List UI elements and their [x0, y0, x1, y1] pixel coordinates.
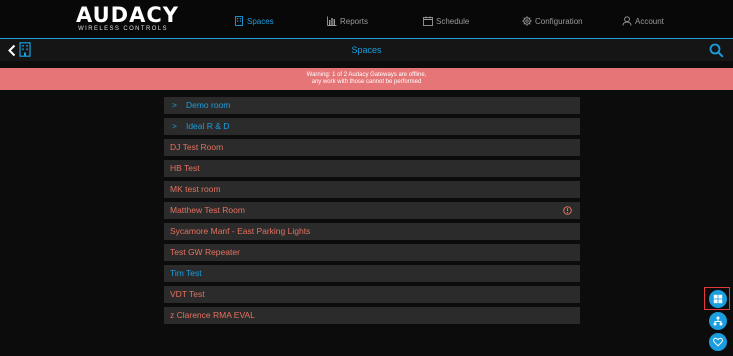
nav-reports-label: Reports	[340, 16, 369, 26]
space-label: MK test room	[170, 184, 221, 194]
alert-circle-icon[interactable]	[563, 206, 572, 215]
nav-spaces-label: Spaces	[247, 16, 274, 26]
logo-tagline: WIRELESS CONTROLS	[78, 26, 168, 32]
nav-account[interactable]: Account	[622, 14, 664, 28]
warning-line-1: Warning: 1 of 2 Audacy Gateways are offl…	[306, 72, 427, 78]
list-item-sycamore-manf[interactable]: Sycamore Manf - East Parking Lights	[164, 223, 580, 240]
nav-configuration[interactable]: Configuration	[522, 14, 583, 28]
user-icon	[622, 16, 632, 26]
nav-spaces[interactable]: Spaces	[234, 14, 274, 28]
list-item-ideal-r-d[interactable]: > Ideal R & D	[164, 118, 580, 135]
space-label: z Clarence RMA EVAL	[170, 310, 255, 320]
space-label: Tim Test	[170, 268, 202, 278]
page-header: Spaces	[0, 38, 733, 61]
nav-reports[interactable]: Reports	[327, 14, 368, 28]
calendar-icon	[423, 16, 433, 26]
dashboard-button[interactable]	[709, 290, 727, 308]
spaces-list: > Demo room > Ideal R & D DJ Test Room HB …	[164, 97, 580, 328]
space-label: Ideal R & D	[185, 121, 230, 131]
expand-chevron-icon[interactable]: >	[172, 100, 177, 110]
warning-line-2: any work with those cannot be performed	[311, 79, 422, 85]
list-item-vdt-test[interactable]: VDT Test	[164, 286, 580, 303]
logo-wordmark: AUDACY	[76, 3, 179, 27]
list-item-hb-test[interactable]: HB Test	[164, 160, 580, 177]
audacy-logo[interactable]: AUDACY WIRELESS CONTROLS	[76, 3, 179, 33]
nav-schedule[interactable]: Schedule	[423, 14, 469, 28]
space-label: Test GW Repeater	[170, 247, 240, 257]
favorites-button[interactable]	[709, 333, 727, 351]
space-label: Demo room	[185, 100, 231, 110]
list-item-tim-test[interactable]: Tim Test	[164, 265, 580, 282]
space-label: Sycamore Manf - East Parking Lights	[170, 226, 311, 236]
top-navigation: AUDACY WIRELESS CONTROLS Spaces Reports …	[0, 0, 733, 37]
list-item-matthew-test-room[interactable]: Matthew Test Room	[164, 202, 580, 219]
space-label: HB Test	[170, 163, 200, 173]
search-icon[interactable]	[709, 43, 724, 58]
nav-account-label: Account	[635, 16, 664, 26]
page-title: Spaces	[351, 45, 382, 55]
expand-chevron-icon[interactable]: >	[172, 121, 177, 131]
list-item-demo-room[interactable]: > Demo room	[164, 97, 580, 114]
list-item-dj-test-room[interactable]: DJ Test Room	[164, 139, 580, 156]
building-icon	[235, 16, 243, 26]
space-label: DJ Test Room	[170, 142, 224, 152]
gateway-offline-warning: Warning: 1 of 2 Audacy Gateways are offl…	[0, 68, 733, 90]
list-item-z-clarence-rma-eval[interactable]: z Clarence RMA EVAL	[164, 307, 580, 324]
bar-chart-icon	[327, 16, 337, 26]
space-label: VDT Test	[170, 289, 205, 299]
list-item-mk-test-room[interactable]: MK test room	[164, 181, 580, 198]
gear-icon	[522, 16, 532, 26]
list-item-test-gw-repeater[interactable]: Test GW Repeater	[164, 244, 580, 261]
space-label: Matthew Test Room	[170, 205, 245, 215]
network-button[interactable]	[709, 312, 727, 330]
heart-icon	[713, 337, 723, 347]
dashboard-icon	[713, 294, 723, 304]
network-icon	[713, 316, 723, 326]
nav-configuration-label: Configuration	[535, 16, 583, 26]
nav-schedule-label: Schedule	[436, 16, 470, 26]
